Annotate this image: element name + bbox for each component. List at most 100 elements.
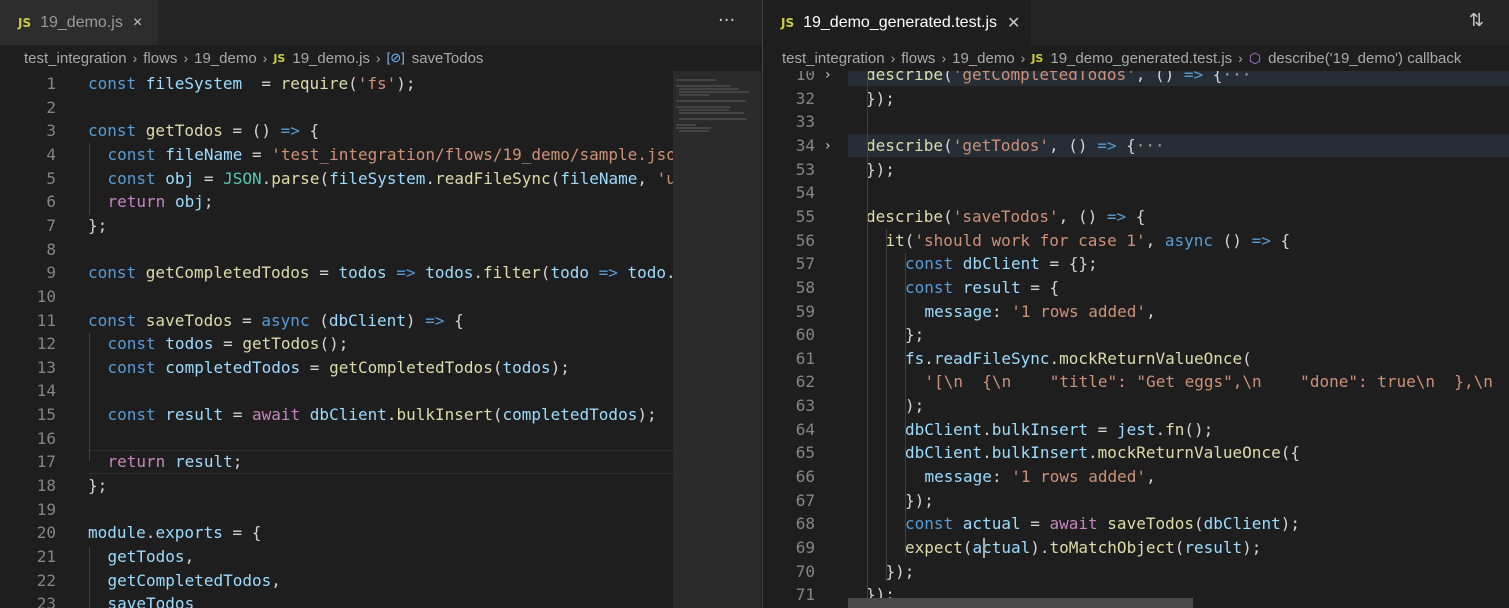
breadcrumb-item[interactable]: describe('19_demo') callback xyxy=(1268,50,1461,67)
line-number: 7 xyxy=(46,215,56,235)
breadcrumb-item[interactable]: 19_demo xyxy=(194,50,257,67)
code-line[interactable]: 22 getCompletedTodos, xyxy=(0,569,762,593)
code-line[interactable]: 33 xyxy=(763,110,1509,134)
code-line[interactable]: 19 xyxy=(0,498,762,522)
code-line[interactable]: 65 dbClient.bulkInsert.mockReturnValueOnc… xyxy=(763,441,1509,465)
code-line[interactable]: 5 const obj = JSON.parse(fileSystem.readF… xyxy=(0,167,762,191)
code-line[interactable]: 18}; xyxy=(0,474,762,498)
code-line[interactable]: 11 const saveTodos = async (dbClient) => … xyxy=(0,309,762,333)
code-line[interactable]: 67}); xyxy=(763,489,1509,513)
line-number: 3 xyxy=(46,121,56,141)
line-number: 6 xyxy=(46,192,56,212)
code-line[interactable]: 60}; xyxy=(763,323,1509,347)
minimap-slider[interactable] xyxy=(673,71,761,608)
code-line[interactable]: 58 const result = { xyxy=(763,276,1509,300)
code-text: describe('getTodos', () => {··· xyxy=(866,135,1165,155)
code-line[interactable]: 13 const completedTodos = getCompletedTod… xyxy=(0,356,762,380)
line-number: 67 xyxy=(795,490,815,510)
code-line[interactable]: 59 message: '1 rows added', xyxy=(763,300,1509,324)
breadcrumb-item[interactable]: flows xyxy=(901,50,935,67)
breadcrumb: test_integration › flows › 19_demo › JS 19_demo… xyxy=(763,45,1509,71)
breadcrumb-item[interactable]: test_integration xyxy=(24,50,127,67)
breadcrumb-item[interactable]: test_integration xyxy=(782,50,885,67)
breadcrumb-item[interactable]: 19_demo.js xyxy=(292,50,370,67)
code-text: const getTodos = () => { xyxy=(88,121,320,141)
minimap-line xyxy=(679,91,749,93)
code-line[interactable]: 8 xyxy=(0,238,762,262)
fold-chevron-icon[interactable]: › xyxy=(825,71,831,87)
code-line[interactable]: 70}); xyxy=(763,560,1509,584)
code-line[interactable]: 14 xyxy=(0,379,762,403)
code-line[interactable]: 32}); xyxy=(763,87,1509,111)
open-changes-icon[interactable]: ⇅ xyxy=(1469,10,1484,31)
tab-label: 19_demo_generated.test.js xyxy=(803,13,998,31)
fold-chevron-icon[interactable]: › xyxy=(825,134,831,158)
code-line[interactable]: 1 const fileSystem = require('fs'); xyxy=(0,72,762,96)
code-line[interactable]: 63); xyxy=(763,394,1509,418)
more-actions-icon[interactable]: ··· xyxy=(718,10,735,31)
code-line[interactable]: 21 getTodos, xyxy=(0,545,762,569)
code-text: }; xyxy=(88,215,108,235)
minimap-line xyxy=(679,94,709,96)
line-number: 71 xyxy=(795,585,815,605)
code-line[interactable]: 12 const todos = getTodos(); xyxy=(0,332,762,356)
code-line[interactable]: 61 fs.readFileSync.mockReturnValueOnce( xyxy=(763,347,1509,371)
code-line[interactable]: 6 return obj; xyxy=(0,190,762,214)
minimap-line xyxy=(679,112,744,114)
js-file-icon: JS xyxy=(781,15,795,30)
code-text: const result = await dbClient.bulkInsert… xyxy=(107,405,657,425)
breadcrumb-item[interactable]: saveTodos xyxy=(412,50,484,67)
code-editor[interactable]: 1 const fileSystem = require('fs'); 2 3 cons… xyxy=(0,71,762,608)
code-line[interactable]: 7}; xyxy=(0,214,762,238)
close-icon[interactable]: × xyxy=(133,14,142,32)
code-text: fs.readFileSync.mockReturnValueOnce( xyxy=(905,348,1252,368)
code-line[interactable]: 64 dbClient.bulkInsert = jest.fn(); xyxy=(763,418,1509,442)
tab-19-demo-generated-test-js[interactable]: JS 19_demo_generated.test.js ✕ xyxy=(763,0,1031,45)
js-file-icon: JS xyxy=(1031,51,1044,65)
tab-19-demo-js[interactable]: JS 19_demo.js × xyxy=(0,0,158,45)
code-line[interactable]: 3 const getTodos = () => { xyxy=(0,119,762,143)
breadcrumb-item[interactable]: flows xyxy=(143,50,177,67)
code-line[interactable]: 10 xyxy=(0,285,762,309)
code-line[interactable]: 54 xyxy=(763,181,1509,205)
code-text: dbClient.bulkInsert = jest.fn(); xyxy=(905,419,1214,439)
code-line[interactable]: 2 xyxy=(0,96,762,120)
line-number: 56 xyxy=(795,230,815,250)
indent-guide xyxy=(905,253,906,557)
code-line[interactable]: 9 const getCompletedTodos = todos => todo… xyxy=(0,261,762,285)
code-line[interactable]: 55 describe('saveTodos', () => { xyxy=(763,205,1509,229)
horizontal-scrollbar[interactable] xyxy=(848,598,1193,608)
code-editor[interactable]: 10 › describe('getCompletedTodos', () => {… xyxy=(763,71,1509,608)
code-line[interactable]: 56 it('should work for case 1', async () … xyxy=(763,229,1509,253)
code-text: dbClient.bulkInsert.mockReturnValueOnce(… xyxy=(905,443,1300,463)
line-number: 68 xyxy=(795,514,815,534)
breadcrumb: test_integration › flows › 19_demo › JS 19_demo… xyxy=(0,45,762,71)
code-line[interactable]: 10 › describe('getCompletedTodos', () => {… xyxy=(763,71,1509,87)
breadcrumb-item[interactable]: 19_demo xyxy=(952,50,1015,67)
line-number: 4 xyxy=(46,144,56,164)
breadcrumb-separator-icon: › xyxy=(890,50,896,66)
code-line[interactable]: 62 '[\n {\n "title": "Get eggs",\n "done"… xyxy=(763,370,1509,394)
code-line[interactable]: 17 return result; xyxy=(0,450,762,475)
code-line[interactable]: 23 saveTodos xyxy=(0,592,762,608)
breadcrumb-separator-icon: › xyxy=(1020,50,1026,66)
code-line[interactable]: 20 module.exports = { xyxy=(0,521,762,545)
code-text: }); xyxy=(905,490,934,510)
code-line[interactable]: 16 xyxy=(0,427,762,451)
tab-bar: JS 19_demo_generated.test.js ✕ ⇅ xyxy=(763,0,1509,45)
code-line[interactable]: 53}); xyxy=(763,158,1509,182)
code-line[interactable]: 69 expect(actual).toMatchObject(result); xyxy=(763,536,1509,560)
code-line[interactable]: 34 › describe('getTodos', () => {··· xyxy=(763,133,1509,158)
code-line[interactable]: 68 const actual = await saveTodos(dbClien… xyxy=(763,512,1509,536)
minimap[interactable] xyxy=(673,71,761,608)
line-number: 66 xyxy=(795,467,815,487)
code-line[interactable]: 66 message: '1 rows added', xyxy=(763,465,1509,489)
breadcrumb-item[interactable]: 19_demo_generated.test.js xyxy=(1050,50,1232,67)
code-text: message: '1 rows added', xyxy=(924,301,1156,321)
close-icon[interactable]: ✕ xyxy=(1007,13,1020,33)
code-text: const saveTodos = async (dbClient) => { xyxy=(88,310,464,330)
left-editor-group: JS 19_demo.js × ··· test_integration › flo… xyxy=(0,0,762,608)
code-line[interactable]: 57 const dbClient = {}; xyxy=(763,252,1509,276)
code-line[interactable]: 4 const fileName = 'test_integration/flow… xyxy=(0,143,762,167)
code-line[interactable]: 15 const result = await dbClient.bulkInse… xyxy=(0,403,762,427)
